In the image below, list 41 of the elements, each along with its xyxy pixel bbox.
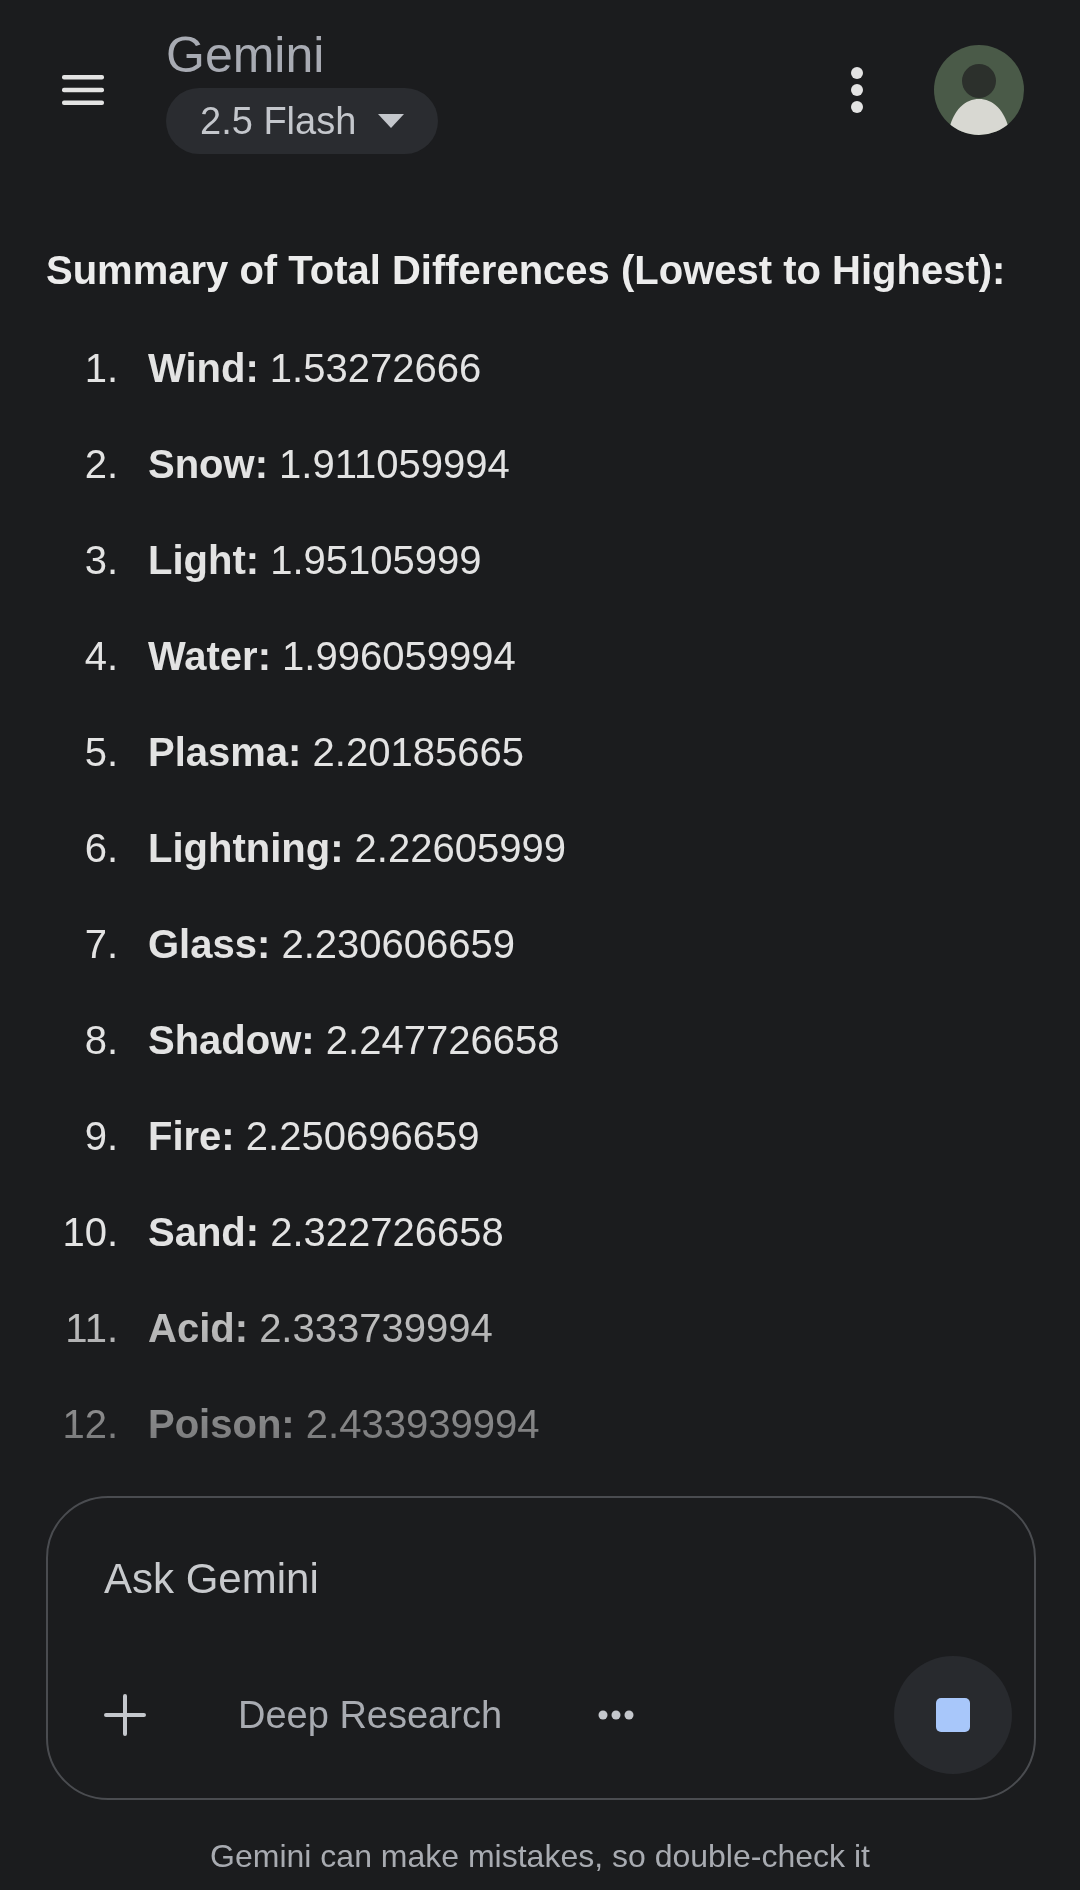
list-item-text: Light: 1.95105999: [148, 537, 482, 583]
list-item-text: Plasma: 2.20185665: [148, 729, 524, 775]
caret-icon: [378, 114, 405, 128]
plus-icon: [104, 1694, 146, 1736]
summary-heading: Summary of Total Differences (Lowest to Highest):: [46, 247, 1006, 294]
deep-research-button[interactable]: Deep Research: [238, 1685, 503, 1745]
list-number: 5.: [83, 729, 118, 775]
more-tools-button[interactable]: [598, 1710, 635, 1720]
list-number: 12.: [61, 1401, 118, 1447]
prompt-box[interactable]: Ask Gemini Deep Research: [46, 1496, 1036, 1800]
list-number: 4.: [83, 633, 118, 679]
app-title: Gemini: [166, 26, 325, 84]
more-horizontal-icon: [598, 1710, 635, 1720]
list-number: 1.: [83, 345, 118, 391]
list-number: 11.: [64, 1305, 118, 1351]
list-item-text: Shadow: 2.247726658: [148, 1017, 560, 1063]
list-item-text: Snow: 1.911059994: [148, 441, 510, 487]
list-number: 3.: [83, 537, 118, 583]
list-number: 6.: [83, 825, 118, 871]
list-number: 7.: [83, 921, 118, 967]
model-selector[interactable]: 2.5 Flash: [166, 88, 439, 154]
prompt-input[interactable]: Ask Gemini: [104, 1552, 804, 1606]
stop-icon: [936, 1698, 970, 1732]
list-number: 8.: [83, 1017, 118, 1063]
list-number: 2.: [83, 441, 118, 487]
list-item-text: Glass: 2.230606659: [148, 921, 515, 967]
list-item-text: Water: 1.996059994: [148, 633, 516, 679]
disclaimer-text: Gemini can make mistakes, so double-check it: [209, 1838, 871, 1875]
list-item-text: Acid: 2.333739994: [148, 1305, 493, 1351]
list-item-text: Poison: 2.433939994: [148, 1401, 540, 1447]
list-number: 10.: [61, 1209, 118, 1255]
list-item-text: Lightning: 2.22605999: [148, 825, 566, 871]
list-item-text: Fire: 2.250696659: [148, 1113, 480, 1159]
add-button[interactable]: [104, 1694, 146, 1736]
menu-icon: [62, 75, 104, 105]
more-options-button[interactable]: [850, 66, 864, 114]
list-number: 9.: [83, 1113, 118, 1159]
menu-button[interactable]: [62, 75, 104, 105]
list-item-text: Wind: 1.53272666: [148, 345, 482, 391]
more-vertical-icon: [850, 66, 864, 114]
list-item-text: Sand: 2.322726658: [148, 1209, 504, 1255]
